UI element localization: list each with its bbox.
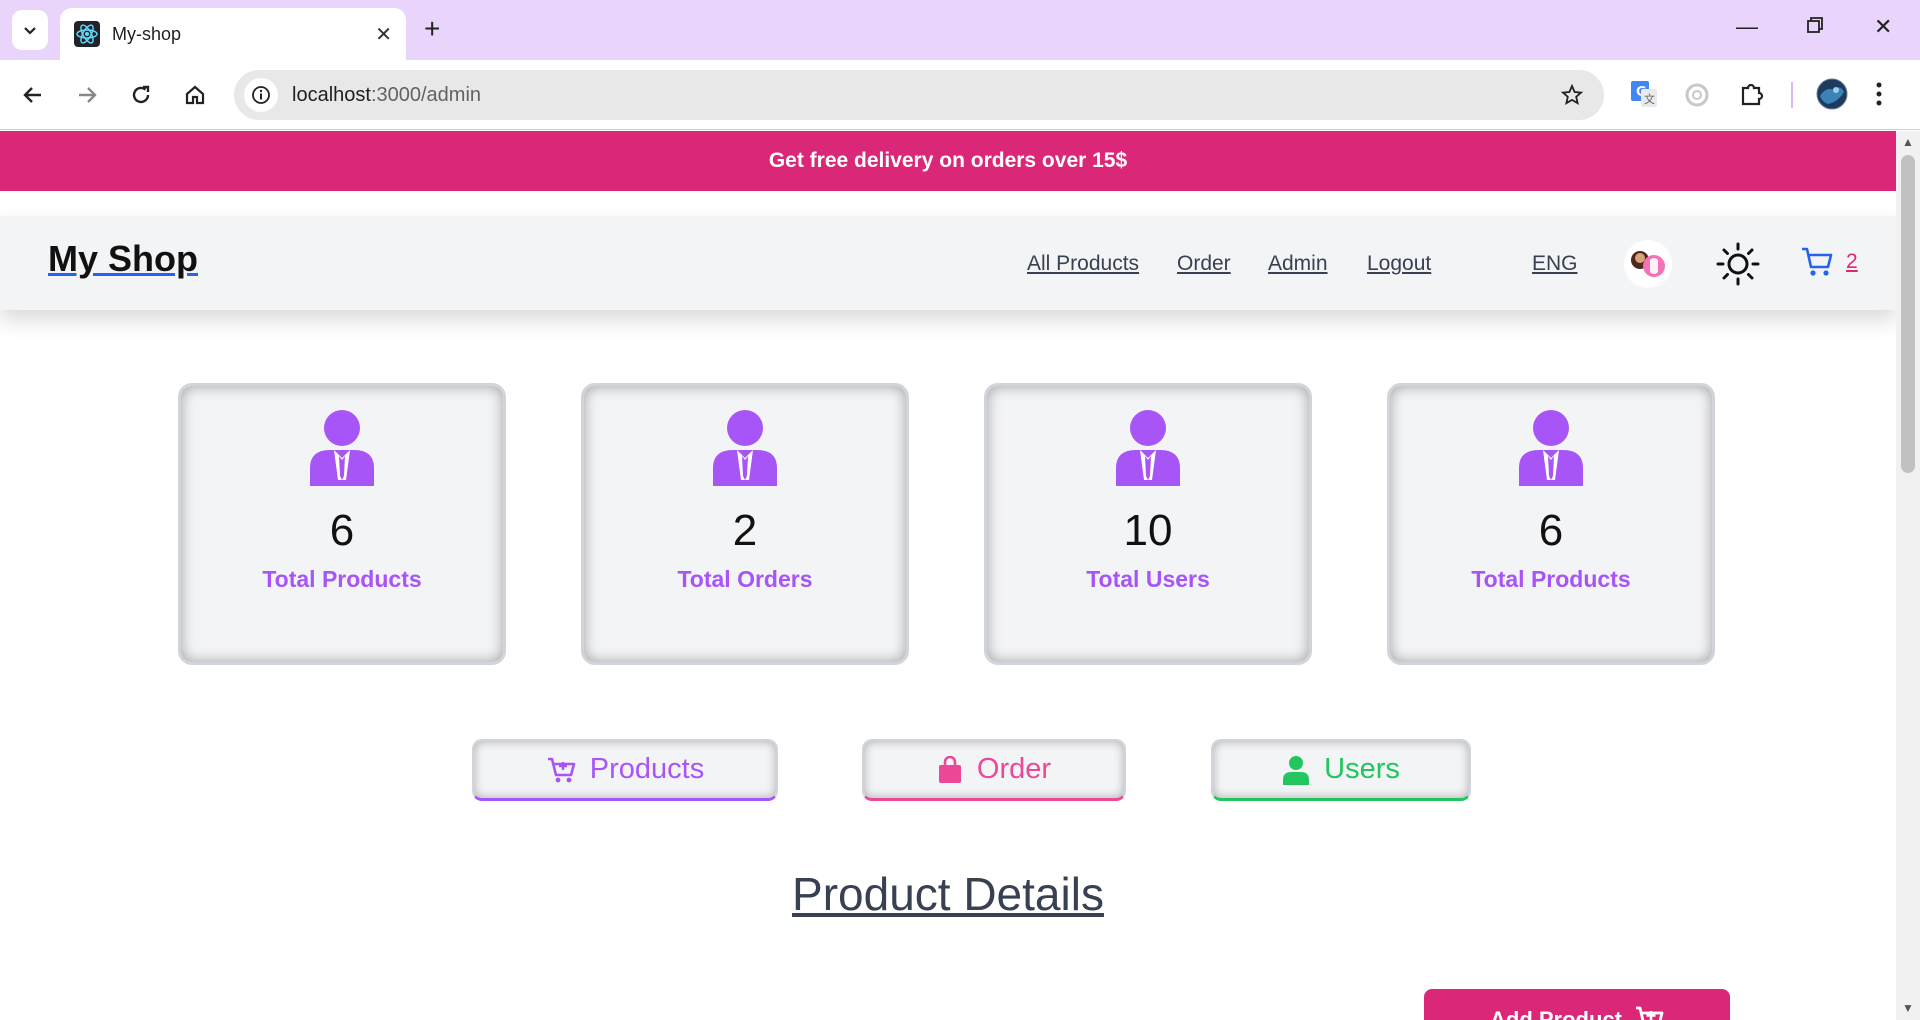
- scroll-up-arrow-icon[interactable]: ▲: [1902, 135, 1914, 149]
- stat-card-total-orders: 2 Total Orders: [581, 383, 909, 665]
- stat-card-total-products: 6 Total Products: [178, 383, 506, 665]
- extension-ring-icon[interactable]: [1684, 82, 1710, 108]
- language-selector[interactable]: ENG: [1532, 252, 1578, 276]
- svg-text:文: 文: [1644, 92, 1655, 106]
- users-button-label: Users: [1324, 753, 1400, 785]
- page-scrollbar[interactable]: ▲ ▼: [1896, 131, 1920, 1020]
- avatar-icon: [1631, 251, 1665, 277]
- users-button[interactable]: Users: [1211, 739, 1471, 801]
- product-details-heading: Product Details: [0, 867, 1896, 921]
- nav-link-order[interactable]: Order: [1177, 252, 1231, 276]
- reload-icon[interactable]: [126, 80, 156, 110]
- stat-card-total-products-2: 6 Total Products: [1387, 383, 1715, 665]
- stat-label: Total Products: [262, 566, 422, 592]
- browser-toolbar: localhost:3000/admin G 文: [0, 60, 1920, 130]
- cart-count[interactable]: 2: [1846, 250, 1858, 274]
- restore-icon[interactable]: [1806, 14, 1824, 40]
- site-navbar: My Shop All Products Order Admin Logout …: [0, 216, 1896, 310]
- google-translate-icon[interactable]: G 文: [1630, 80, 1658, 108]
- scrollbar-thumb[interactable]: [1901, 155, 1915, 473]
- address-bar[interactable]: localhost:3000/admin: [234, 70, 1604, 120]
- profile-avatar-icon[interactable]: [1816, 78, 1848, 110]
- cart-icon: [1802, 247, 1833, 276]
- stat-value: 10: [1123, 506, 1173, 555]
- order-button-label: Order: [976, 753, 1052, 785]
- url-host: localhost: [292, 83, 371, 106]
- sun-icon: [1716, 242, 1760, 286]
- tab-title: My-shop: [112, 23, 182, 44]
- user-avatar[interactable]: [1624, 240, 1672, 288]
- tab-search-button[interactable]: [12, 10, 48, 50]
- stat-label: Total Orders: [677, 566, 813, 592]
- nav-link-all-products[interactable]: All Products: [1027, 252, 1139, 276]
- products-button-label: Products: [589, 753, 705, 785]
- promo-banner: Get free delivery on orders over 15$: [0, 131, 1896, 191]
- back-icon[interactable]: [18, 80, 48, 110]
- add-product-label: Add Product: [1490, 1007, 1622, 1020]
- products-button[interactable]: Products: [472, 739, 778, 801]
- user-tie-icon: [1519, 410, 1583, 486]
- browser-tab-bar: My-shop ✕ + — ✕: [0, 0, 1920, 60]
- extensions-puzzle-icon[interactable]: [1738, 80, 1766, 108]
- browser-tab[interactable]: My-shop ✕: [60, 8, 406, 60]
- stat-label: Total Products: [1471, 566, 1631, 592]
- cart-plus-icon: [1636, 1006, 1664, 1020]
- add-product-button[interactable]: Add Product: [1424, 989, 1730, 1020]
- url-text[interactable]: localhost:3000/admin: [292, 84, 1560, 107]
- user-tie-icon: [310, 410, 374, 486]
- close-window-icon[interactable]: ✕: [1874, 14, 1892, 40]
- theme-toggle[interactable]: [1716, 242, 1760, 291]
- browser-menu-icon[interactable]: [1874, 80, 1884, 108]
- minimize-icon[interactable]: —: [1736, 14, 1758, 40]
- stat-value: 6: [1538, 506, 1564, 555]
- forward-icon[interactable]: [72, 80, 102, 110]
- bookmark-star-icon[interactable]: [1560, 83, 1584, 107]
- cart-icon: [547, 757, 576, 782]
- user-icon: [1283, 755, 1310, 785]
- stat-value: 6: [329, 506, 355, 555]
- scroll-down-arrow-icon[interactable]: ▼: [1902, 1001, 1914, 1015]
- promo-text: Get free delivery on orders over 15$: [768, 149, 1128, 172]
- new-tab-button[interactable]: +: [424, 14, 440, 44]
- react-favicon-icon: [74, 21, 100, 47]
- cart-button[interactable]: 2: [1800, 246, 1858, 278]
- stat-card-total-users: 10 Total Users: [984, 383, 1312, 665]
- stat-value: 2: [732, 506, 758, 555]
- user-tie-icon: [1116, 410, 1180, 486]
- brand-logo[interactable]: My Shop: [48, 238, 198, 280]
- home-icon[interactable]: [180, 80, 210, 110]
- section-title-text: Product Details: [792, 868, 1104, 920]
- site-info-icon[interactable]: [244, 78, 278, 112]
- stat-label: Total Users: [1086, 566, 1210, 592]
- shopping-bag-icon: [938, 755, 961, 783]
- chevron-down-icon: [24, 27, 36, 35]
- page-viewport: Get free delivery on orders over 15$ My …: [0, 131, 1896, 1020]
- url-path: :3000/admin: [370, 83, 482, 106]
- order-button[interactable]: Order: [862, 739, 1126, 801]
- nav-link-logout[interactable]: Logout: [1367, 252, 1431, 276]
- toolbar-divider: [1791, 82, 1793, 108]
- tab-close-icon[interactable]: ✕: [375, 22, 392, 47]
- nav-link-admin[interactable]: Admin: [1268, 252, 1328, 276]
- user-tie-icon: [713, 410, 777, 486]
